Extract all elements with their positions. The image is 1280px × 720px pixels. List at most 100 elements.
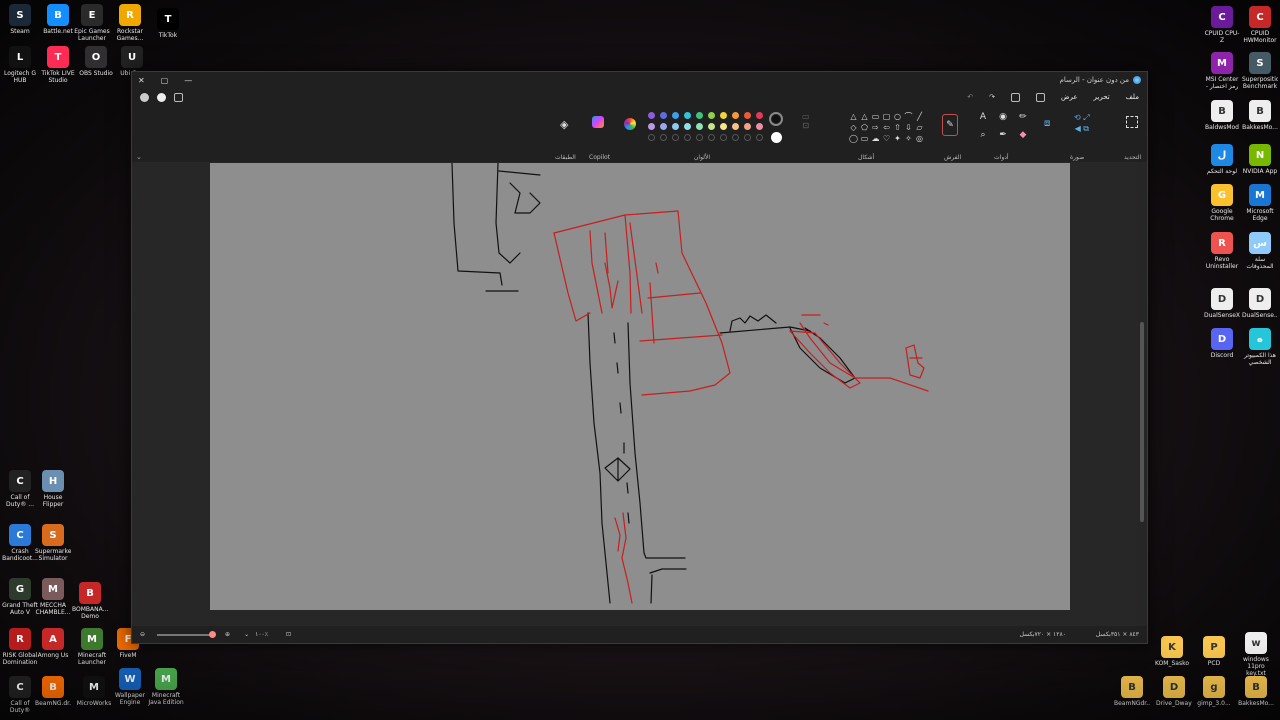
- desktop-icon[interactable]: D DualSense...: [1242, 288, 1278, 319]
- zoom-out-icon[interactable]: ⊖: [140, 631, 145, 638]
- custom-color-slot[interactable]: [732, 134, 739, 141]
- custom-color-slot[interactable]: [696, 134, 703, 141]
- desktop-icon[interactable]: B Battle.net: [40, 4, 76, 35]
- menu-view[interactable]: عرض: [1061, 93, 1078, 101]
- desktop-icon[interactable]: T TikTok LIVE Studio: [40, 46, 76, 84]
- zoom-dropdown-icon[interactable]: ⌄: [244, 631, 249, 638]
- desktop-icon[interactable]: S Superposition Benchmark: [1242, 52, 1278, 90]
- desktop-icon[interactable]: C CPUID HWMonitor: [1242, 6, 1278, 44]
- magnifier-tool-icon[interactable]: ⌕: [977, 130, 989, 140]
- custom-color-slot[interactable]: [720, 134, 727, 141]
- copilot-button[interactable]: [592, 116, 604, 130]
- settings-icon[interactable]: [140, 92, 149, 102]
- desktop-icon[interactable]: M MSI Center - رمز اختصار: [1204, 52, 1240, 90]
- color-swatch[interactable]: [756, 123, 763, 130]
- share-icon[interactable]: [174, 92, 183, 102]
- selection-button[interactable]: [1126, 116, 1138, 130]
- color-swatch[interactable]: [648, 112, 655, 119]
- scrollbar-thumb[interactable]: [1140, 322, 1144, 522]
- color-swatch[interactable]: [696, 123, 703, 130]
- desktop-icon[interactable]: H House Flipper: [35, 470, 71, 508]
- desktop-icon[interactable]: B BakkesMo...: [1242, 100, 1278, 131]
- account-icon[interactable]: [157, 92, 166, 102]
- shapes-gallery[interactable]: △ △ ▭ ▢ ○ ⌒ ╱ ◇ ⬠ ⇨ ⇦ ⇧ ⇩ ▱ ◯ ▭ ☁ ♡ ✦ ✧ ◎: [849, 112, 924, 143]
- desktop-icon[interactable]: M MECCHA CHAMBLE...: [35, 578, 71, 616]
- secondary-color[interactable]: [770, 132, 782, 143]
- desktop-icon[interactable]: O OBS Studio: [78, 46, 114, 77]
- custom-color-slot[interactable]: [684, 134, 691, 141]
- open-icon[interactable]: [1036, 92, 1046, 102]
- vertical-scrollbar[interactable]: [1137, 162, 1147, 628]
- primary-color[interactable]: [769, 112, 783, 126]
- text-tool-icon[interactable]: A: [977, 112, 989, 122]
- color-swatch[interactable]: [672, 112, 679, 119]
- desktop-icon[interactable]: R Revo Uninstaller: [1204, 232, 1240, 270]
- desktop-icon[interactable]: D Discord: [1204, 328, 1240, 359]
- desktop-icon[interactable]: ه هذا الكمبيوتر الشخصي: [1242, 328, 1278, 366]
- zoom-in-icon[interactable]: ⊕: [225, 631, 230, 638]
- color-swatch[interactable]: [648, 123, 655, 130]
- custom-color-slot[interactable]: [708, 134, 715, 141]
- color-swatch[interactable]: [732, 112, 739, 119]
- fill-tool-icon[interactable]: ◉: [997, 112, 1009, 122]
- zoom-slider[interactable]: [157, 630, 217, 638]
- color-swatch[interactable]: [744, 112, 751, 119]
- fit-to-window-icon[interactable]: ⊡: [286, 631, 291, 638]
- desktop-icon[interactable]: ل لوحة التحكم: [1204, 144, 1240, 175]
- color-swatch[interactable]: [684, 123, 691, 130]
- desktop-icon[interactable]: T TikTok: [150, 8, 186, 39]
- desktop-icon[interactable]: س سلة المحذوفات: [1242, 232, 1278, 270]
- drawing-canvas[interactable]: [210, 162, 1070, 610]
- desktop-icon[interactable]: D DualSenseX: [1204, 288, 1240, 319]
- color-picker-tool-icon[interactable]: ✒: [997, 130, 1009, 140]
- desktop-icon[interactable]: E Epic Games Launcher: [74, 4, 110, 42]
- custom-color-slot[interactable]: [744, 134, 751, 141]
- desktop-icon[interactable]: C Call of Duty® ...: [2, 470, 38, 508]
- shape-fill-outline[interactable]: ▭ ⊡: [802, 112, 810, 130]
- desktop-icon[interactable]: B BOMBANA... Demo: [72, 582, 108, 620]
- desktop-icon[interactable]: M Microsoft Edge: [1242, 184, 1278, 222]
- desktop-icon[interactable]: B BaldwsMod: [1204, 100, 1240, 131]
- color-swatch[interactable]: [732, 123, 739, 130]
- color-swatch[interactable]: [660, 123, 667, 130]
- color-swatch[interactable]: [660, 112, 667, 119]
- color-swatch[interactable]: [708, 112, 715, 119]
- maximize-icon[interactable]: ▢: [161, 76, 169, 85]
- custom-color-slot[interactable]: [648, 134, 655, 141]
- collapse-ribbon-icon[interactable]: ⌄: [136, 153, 142, 161]
- image-group[interactable]: ⧈: [1044, 118, 1050, 129]
- desktop-icon[interactable]: S Supermarket Simulator: [35, 524, 71, 562]
- desktop-icon[interactable]: S Steam: [2, 4, 38, 35]
- color-swatch[interactable]: [684, 112, 691, 119]
- image-tools[interactable]: ⟲ ⤢ ◀ ⧉: [1074, 112, 1090, 134]
- desktop-icon[interactable]: C Crash Bandicoot...: [2, 524, 38, 562]
- menu-file[interactable]: ملف: [1126, 93, 1139, 101]
- color-swatch[interactable]: [696, 112, 703, 119]
- desktop-icon[interactable]: N NVIDIA App: [1242, 144, 1278, 175]
- color-picker-button[interactable]: [624, 118, 636, 132]
- brushes-button[interactable]: ✎: [942, 114, 958, 136]
- desktop-icon[interactable]: G Grand Theft Auto V: [2, 578, 38, 616]
- color-swatch[interactable]: [756, 112, 763, 119]
- zoom-level[interactable]: ١٠٠٪: [255, 631, 268, 638]
- menu-edit[interactable]: تحرير: [1094, 93, 1110, 101]
- minimize-icon[interactable]: —: [184, 76, 192, 85]
- close-icon[interactable]: ✕: [138, 76, 145, 85]
- custom-color-slot[interactable]: [672, 134, 679, 141]
- layers-button[interactable]: ◈: [560, 118, 568, 131]
- desktop-icon[interactable]: G Google Chrome: [1204, 184, 1240, 222]
- pencil-tool-icon[interactable]: ✏: [1017, 112, 1029, 122]
- desktop-icon[interactable]: R Rockstar Games...: [112, 4, 148, 42]
- color-swatch[interactable]: [672, 123, 679, 130]
- custom-color-slot[interactable]: [756, 134, 763, 141]
- zoom-slider-knob[interactable]: [209, 630, 217, 638]
- undo-icon[interactable]: ↶: [967, 93, 973, 101]
- redo-icon[interactable]: ↷: [989, 93, 995, 101]
- custom-color-slot[interactable]: [660, 134, 667, 141]
- color-swatch[interactable]: [744, 123, 751, 130]
- eraser-tool-icon[interactable]: ◆: [1017, 130, 1029, 140]
- color-swatch[interactable]: [720, 112, 727, 119]
- save-icon[interactable]: [1011, 92, 1021, 102]
- desktop-icon[interactable]: C CPUID CPU-Z: [1204, 6, 1240, 44]
- color-swatch[interactable]: [720, 123, 727, 130]
